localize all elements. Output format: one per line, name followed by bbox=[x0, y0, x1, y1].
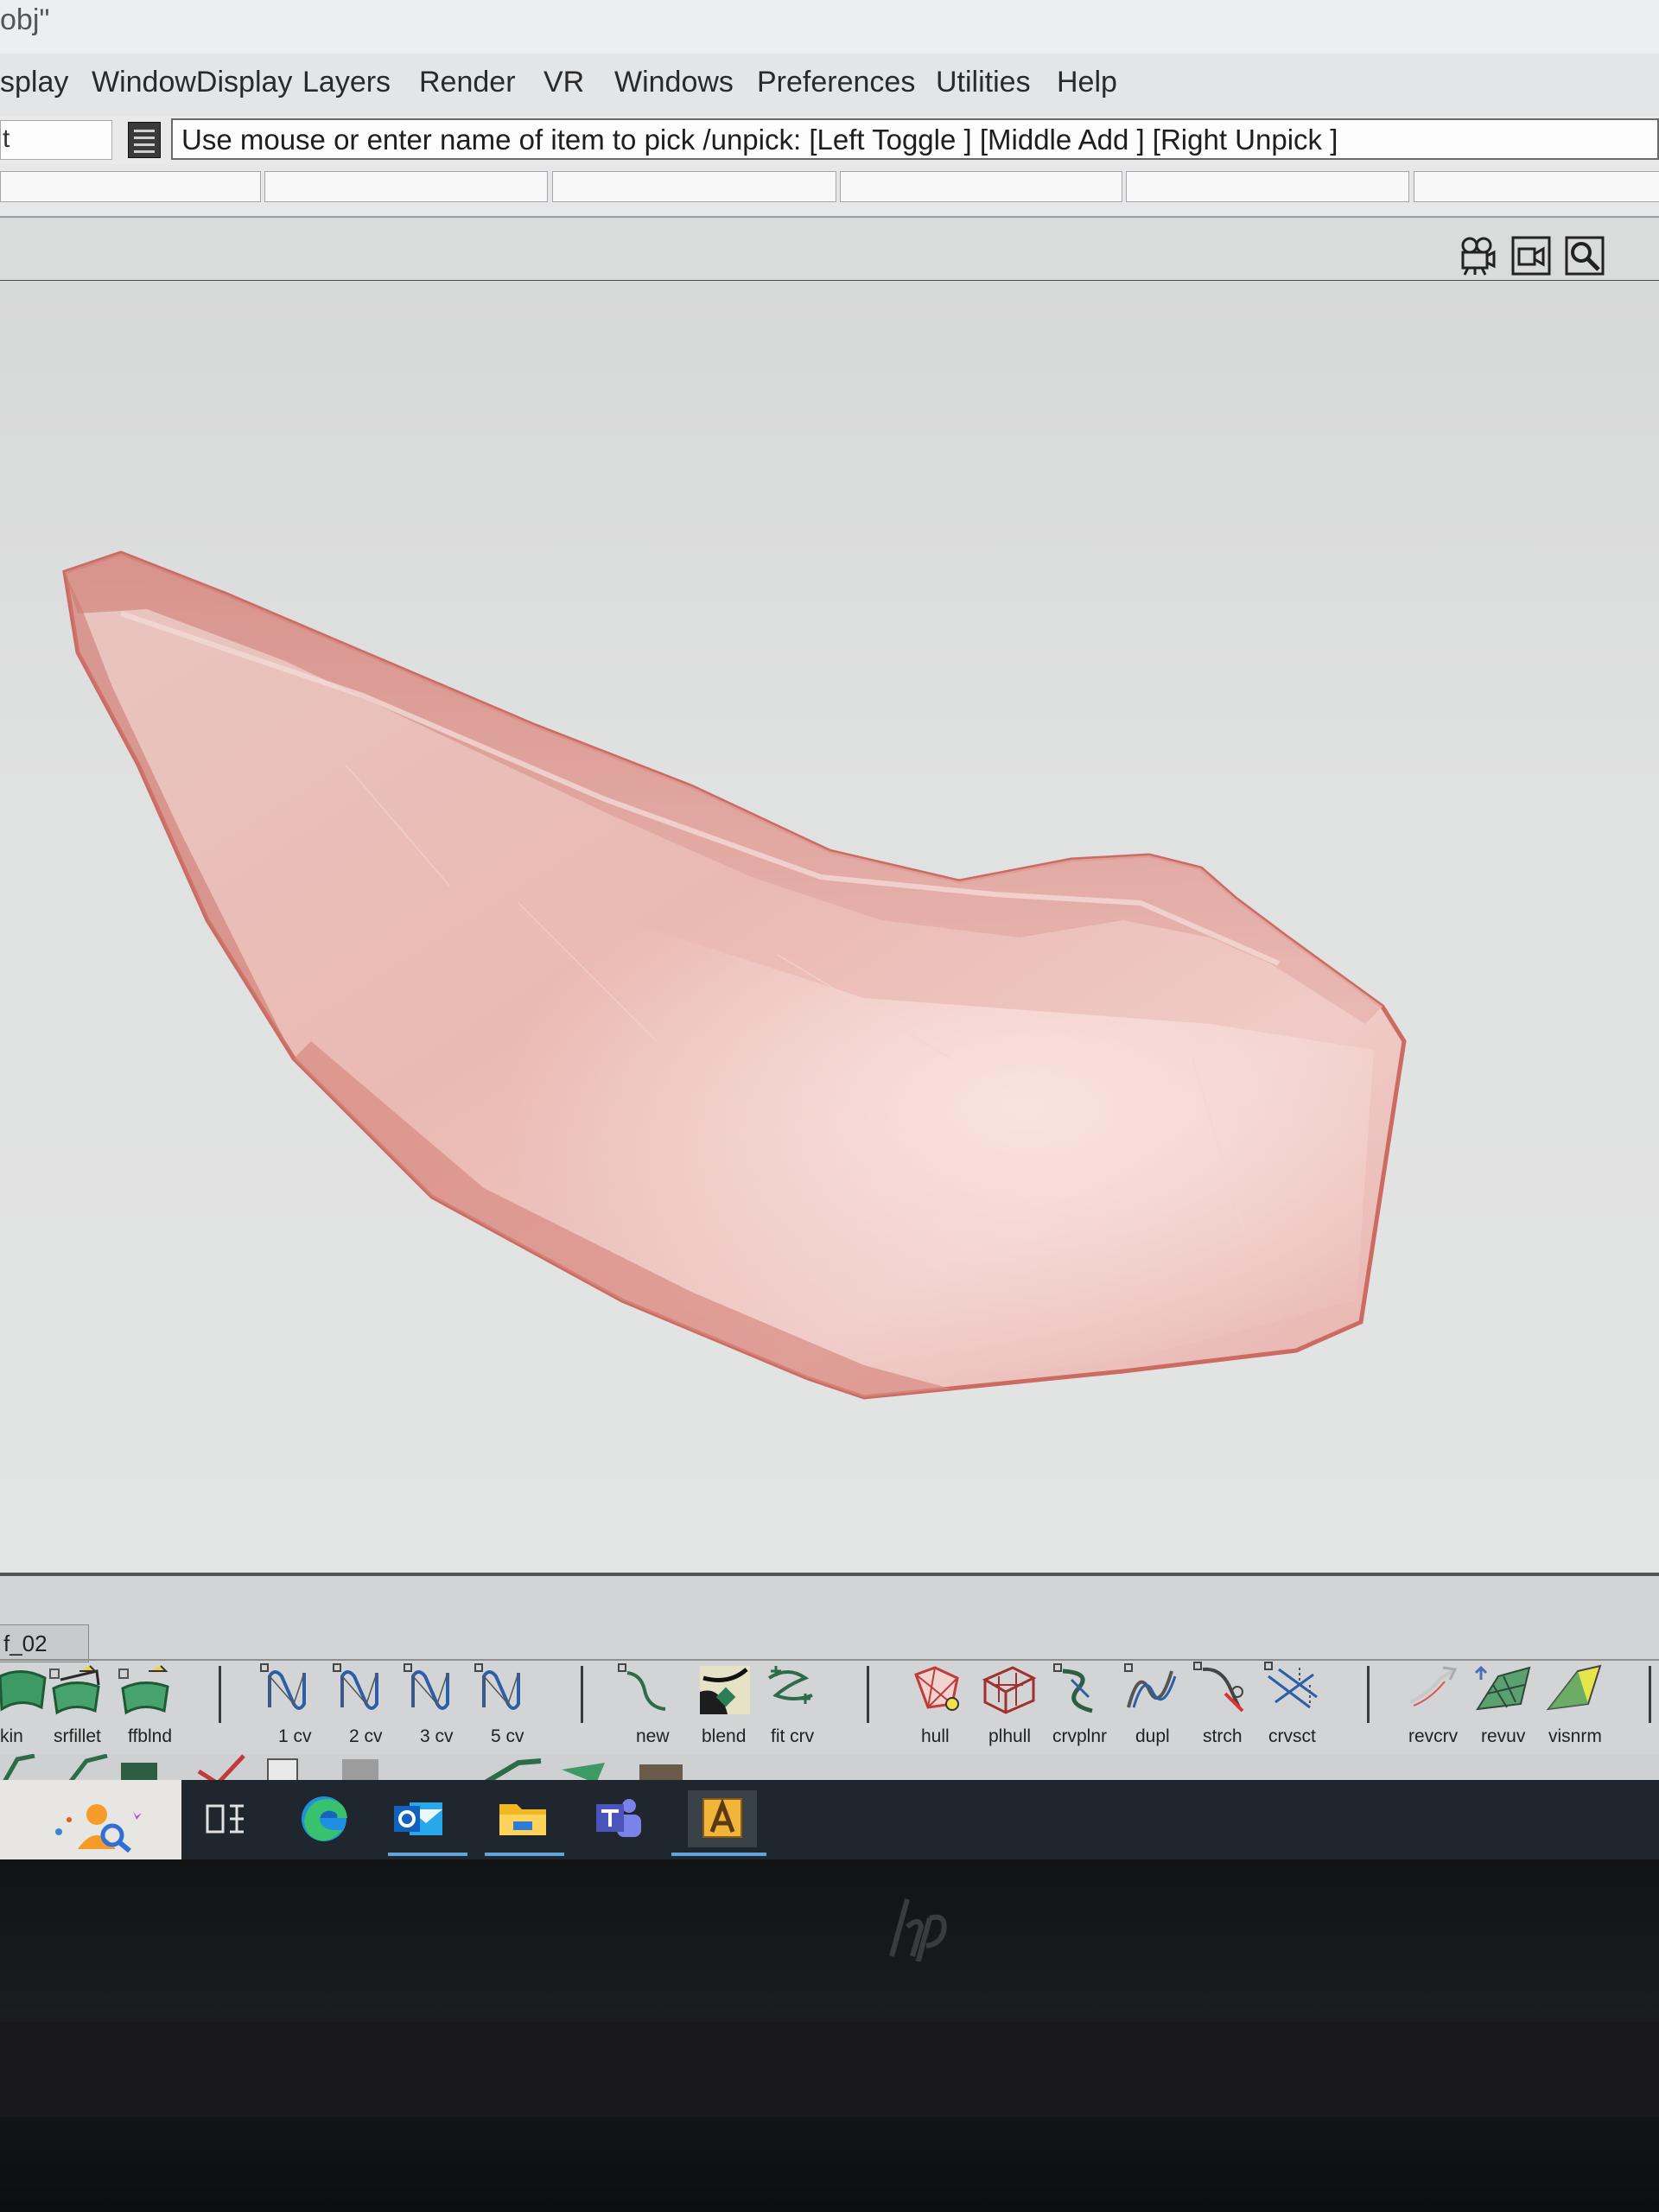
menu-preferences[interactable]: Preferences bbox=[757, 66, 915, 99]
tool-label-crvplnr: crvplnr bbox=[1052, 1726, 1108, 1746]
tool-label-revcrv: revcrv bbox=[1408, 1726, 1459, 1746]
shelf-second-row bbox=[0, 1754, 1659, 1783]
modeling-viewport[interactable] bbox=[0, 281, 1659, 1573]
status-field[interactable] bbox=[1414, 171, 1659, 202]
shelf-separator bbox=[1367, 1666, 1370, 1723]
tool-label-new: new bbox=[636, 1726, 670, 1746]
tool-label-plhull: plhull bbox=[988, 1726, 1032, 1746]
task-view-icon[interactable] bbox=[195, 1790, 256, 1847]
tool-label-srfillet: srfillet bbox=[54, 1726, 101, 1746]
prompt-line: t Use mouse or enter name of item to pic… bbox=[0, 116, 1659, 165]
menu-window-display[interactable]: WindowDisplay bbox=[92, 66, 292, 99]
duplicate-curve-icon[interactable] bbox=[1120, 1659, 1182, 1719]
new-curve-icon[interactable] bbox=[615, 1659, 677, 1719]
outlook-active-indicator bbox=[388, 1853, 467, 1856]
menu-windows[interactable]: Windows bbox=[614, 66, 734, 99]
planar-hull-icon[interactable] bbox=[978, 1659, 1040, 1719]
shelf-separator bbox=[1649, 1666, 1651, 1723]
status-field[interactable] bbox=[552, 171, 836, 202]
menu-help[interactable]: Help bbox=[1057, 66, 1117, 99]
curve-2cv-icon[interactable] bbox=[332, 1659, 394, 1719]
monitor-bezel-band bbox=[0, 2022, 1659, 2117]
surface-fillet-icon[interactable] bbox=[45, 1659, 107, 1719]
window-title: obj" bbox=[0, 3, 50, 36]
search-people-icon[interactable] bbox=[52, 1797, 147, 1854]
camera-icon[interactable] bbox=[1456, 235, 1497, 276]
viewport-header bbox=[0, 218, 1659, 283]
alias-active-indicator bbox=[671, 1853, 766, 1856]
shelf-tab-label: f_02 bbox=[3, 1630, 48, 1656]
scan-model[interactable] bbox=[0, 281, 1659, 1573]
camera-frame-icon[interactable] bbox=[1510, 235, 1552, 276]
stretch-icon[interactable] bbox=[1191, 1659, 1253, 1719]
curve-5cv-icon[interactable] bbox=[474, 1659, 536, 1719]
tool-label-ffblnd: ffblnd bbox=[128, 1726, 172, 1746]
menu-bar: splay WindowDisplay Layers Render VR Win… bbox=[0, 54, 1659, 117]
teams-icon[interactable] bbox=[589, 1790, 650, 1847]
explorer-active-indicator bbox=[485, 1853, 564, 1856]
outlook-icon[interactable] bbox=[389, 1790, 449, 1847]
shelf-tab[interactable]: f_02 bbox=[0, 1624, 89, 1662]
tool-label-2cv: 2 cv bbox=[349, 1726, 383, 1746]
status-field[interactable] bbox=[840, 171, 1122, 202]
visualize-normals-icon[interactable] bbox=[1543, 1659, 1605, 1719]
curve-section-icon[interactable] bbox=[1262, 1659, 1324, 1719]
fit-curve-icon[interactable] bbox=[762, 1659, 824, 1719]
alias-icon[interactable] bbox=[688, 1790, 757, 1847]
shelf-separator bbox=[867, 1666, 869, 1723]
reverse-curve-icon[interactable] bbox=[1403, 1659, 1465, 1719]
tool-label-fit-crv: fit crv bbox=[771, 1726, 815, 1746]
blend-curve-icon[interactable] bbox=[695, 1659, 757, 1719]
title-bar: obj" bbox=[0, 0, 1659, 54]
prompt-input[interactable]: Use mouse or enter name of item to pick … bbox=[171, 118, 1659, 160]
magnifier-icon[interactable] bbox=[1564, 235, 1605, 276]
status-field[interactable] bbox=[0, 171, 261, 202]
status-field[interactable] bbox=[1126, 171, 1409, 202]
prompt-left-field[interactable]: t bbox=[0, 120, 112, 160]
tool-label-revuv: revuv bbox=[1481, 1726, 1526, 1746]
curve-planar-icon[interactable] bbox=[1049, 1659, 1111, 1719]
file-explorer-icon[interactable] bbox=[493, 1790, 553, 1847]
tool-label-skin: kin bbox=[0, 1726, 23, 1746]
tool-label-blend: blend bbox=[702, 1726, 747, 1746]
prompt-message: Use mouse or enter name of item to pick … bbox=[181, 124, 1338, 156]
hp-logo-icon bbox=[889, 1898, 947, 1961]
tool-label-3cv: 3 cv bbox=[420, 1726, 454, 1746]
tool-label-crvsct: crvsct bbox=[1268, 1726, 1316, 1746]
status-field[interactable] bbox=[264, 171, 548, 202]
shelf-separator bbox=[219, 1666, 221, 1723]
menu-layers[interactable]: Layers bbox=[302, 66, 391, 99]
curve-3cv-icon[interactable] bbox=[403, 1659, 465, 1719]
reverse-uv-icon[interactable] bbox=[1472, 1659, 1535, 1719]
curve-1cv-icon[interactable] bbox=[259, 1659, 321, 1719]
menu-render[interactable]: Render bbox=[419, 66, 516, 99]
tool-label-5cv: 5 cv bbox=[491, 1726, 524, 1746]
shelf-separator bbox=[581, 1666, 583, 1723]
prompt-history-icon[interactable] bbox=[128, 122, 161, 158]
tool-label-dupl: dupl bbox=[1135, 1726, 1170, 1746]
menu-utilities[interactable]: Utilities bbox=[936, 66, 1031, 99]
status-field-row bbox=[0, 164, 1659, 218]
edge-icon[interactable] bbox=[294, 1790, 354, 1847]
freeform-blend-icon[interactable] bbox=[114, 1659, 176, 1719]
hull-icon[interactable] bbox=[909, 1659, 971, 1719]
menu-vr[interactable]: VR bbox=[543, 66, 584, 99]
menu-display[interactable]: splay bbox=[0, 66, 68, 99]
tool-label-hull: hull bbox=[921, 1726, 950, 1746]
prompt-left-value: t bbox=[3, 124, 10, 153]
tool-label-strch: strch bbox=[1203, 1726, 1243, 1746]
tool-label-1cv: 1 cv bbox=[278, 1726, 312, 1746]
tool-label-visnrm: visnrm bbox=[1548, 1726, 1602, 1746]
